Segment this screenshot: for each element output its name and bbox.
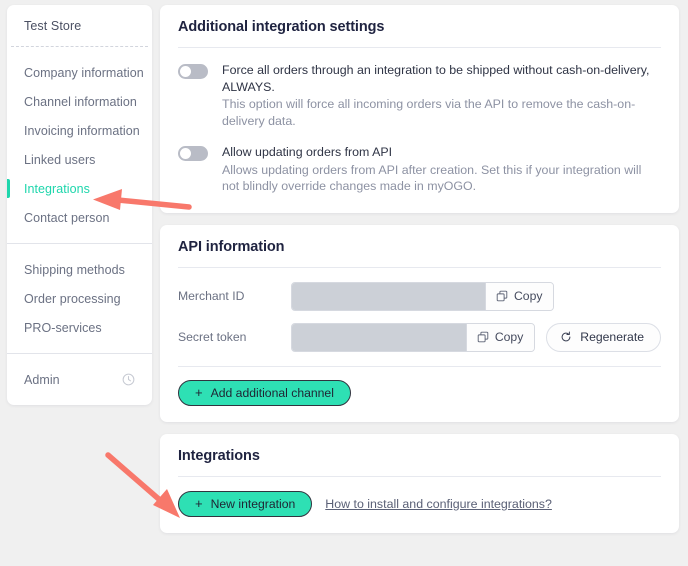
- regenerate-secret-token-button[interactable]: Regenerate: [546, 322, 661, 352]
- setting-text: Allow updating orders from API Allows up…: [222, 144, 661, 195]
- store-name: Test Store: [24, 19, 82, 33]
- sidebar-item-company-information[interactable]: Company information: [7, 60, 152, 85]
- merchant-id-field-group: Copy: [291, 281, 555, 311]
- sidebar-item-label: Admin: [24, 372, 60, 387]
- sidebar-item-admin[interactable]: Admin: [7, 367, 152, 392]
- sidebar-item-shipping-methods[interactable]: Shipping methods: [7, 257, 152, 282]
- api-row-secret-token: Secret token Copy Regenerate: [178, 322, 661, 352]
- sidebar-item-order-processing[interactable]: Order processing: [7, 286, 152, 311]
- sidebar-item-label: Shipping methods: [24, 262, 125, 277]
- sidebar-group-operations: Shipping methods Order processing PRO-se…: [7, 244, 152, 353]
- sidebar-item-linked-users[interactable]: Linked users: [7, 147, 152, 172]
- setting-label: Allow updating orders from API: [222, 145, 393, 159]
- card-divider: [178, 47, 661, 48]
- secret-token-field-group: Copy: [291, 322, 536, 352]
- copy-button-label: Copy: [514, 289, 543, 303]
- card-title: API information: [178, 238, 285, 255]
- sidebar-item-label: Company information: [24, 65, 144, 80]
- new-integration-label: New integration: [210, 496, 296, 511]
- sidebar-item-label: Channel information: [24, 94, 137, 109]
- field-label: Merchant ID: [178, 289, 245, 303]
- sidebar-item-invoicing-information[interactable]: Invoicing information: [7, 118, 152, 143]
- toggle-force-no-cod[interactable]: [178, 64, 208, 79]
- sidebar-item-label: Order processing: [24, 291, 121, 306]
- merchant-id-input[interactable]: [292, 282, 486, 310]
- add-additional-channel-button[interactable]: + Add additional channel: [178, 379, 351, 406]
- sidebar-column: Test Store Company information Channel i…: [0, 0, 152, 566]
- setting-row-force-no-cod: Force all orders through an integration …: [178, 62, 661, 129]
- api-card-bottom-divider: [178, 365, 661, 367]
- api-row-merchant-id: Merchant ID Copy: [178, 281, 661, 311]
- sidebar-item-pro-services[interactable]: PRO-services: [7, 315, 152, 340]
- sidebar-item-contact-person[interactable]: Contact person: [7, 205, 152, 230]
- api-information-card: API information Merchant ID Copy Secret …: [160, 224, 679, 422]
- copy-merchant-id-button[interactable]: Copy: [486, 282, 554, 310]
- copy-button-label: Copy: [494, 330, 524, 344]
- setting-description: Allows updating orders from API after cr…: [222, 162, 642, 194]
- sidebar: Test Store Company information Channel i…: [7, 5, 152, 405]
- regenerate-button-label: Regenerate: [580, 330, 644, 344]
- card-title: Integrations: [178, 447, 260, 464]
- add-additional-channel-label: Add additional channel: [210, 385, 334, 400]
- sidebar-item-label: Linked users: [24, 152, 96, 167]
- toggle-knob: [180, 66, 191, 77]
- sidebar-item-integrations[interactable]: Integrations: [7, 176, 152, 201]
- copy-icon: [477, 331, 489, 343]
- copy-secret-token-button[interactable]: Copy: [466, 323, 535, 351]
- copy-icon: [496, 290, 508, 302]
- toggle-allow-updating-orders[interactable]: [178, 146, 208, 161]
- setting-row-allow-updating-orders: Allow updating orders from API Allows up…: [178, 144, 661, 195]
- field-label: Secret token: [178, 330, 247, 344]
- refresh-icon: [561, 331, 571, 342]
- secret-token-input[interactable]: [292, 323, 467, 351]
- integrations-actions: + New integration How to install and con…: [178, 490, 661, 517]
- sidebar-item-label: Invoicing information: [24, 123, 140, 138]
- setting-label: Force all orders through an integration …: [222, 63, 650, 94]
- sidebar-item-label: Contact person: [24, 210, 110, 225]
- plus-icon: +: [195, 385, 203, 400]
- sidebar-item-label: Integrations: [24, 181, 90, 196]
- sidebar-group-admin: Admin: [7, 354, 152, 405]
- card-title: Additional integration settings: [178, 19, 385, 35]
- card-divider: [178, 475, 661, 477]
- new-integration-button[interactable]: + New integration: [178, 490, 313, 517]
- setting-description: This option will force all incoming orde…: [222, 97, 636, 128]
- sidebar-item-label: PRO-services: [24, 320, 102, 335]
- clock-icon: [122, 373, 135, 386]
- toggle-knob: [180, 148, 191, 159]
- setting-text: Force all orders through an integration …: [222, 62, 661, 129]
- sidebar-group-account: Company information Channel information …: [7, 47, 152, 243]
- sidebar-item-channel-information[interactable]: Channel information: [7, 89, 152, 114]
- plus-icon: +: [195, 496, 203, 511]
- card-divider: [178, 266, 661, 268]
- how-to-install-link[interactable]: How to install and configure integration…: [325, 497, 552, 511]
- integrations-card: Integrations + New integration How to in…: [160, 433, 679, 533]
- main-content: Additional integration settings Force al…: [152, 0, 688, 566]
- app-root: Test Store Company information Channel i…: [0, 0, 688, 566]
- additional-integration-settings-card: Additional integration settings Force al…: [160, 5, 679, 213]
